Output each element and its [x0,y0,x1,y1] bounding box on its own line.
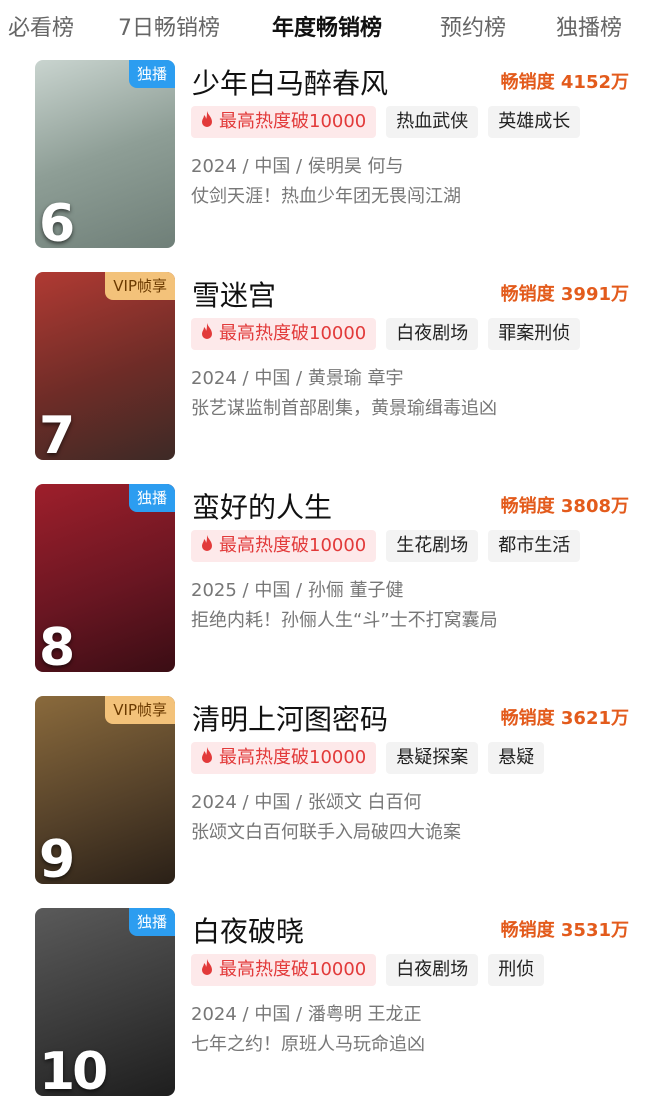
show-title[interactable]: 清明上河图密码 [192,698,388,738]
poster[interactable]: 独播 8 [35,484,175,672]
sales-index: 畅销度 4152万 [500,72,629,93]
hot-tag: 最高热度破10000 [191,954,377,986]
genre-tag[interactable]: 刑侦 [488,954,545,986]
show-description: 仗剑天涯！热血少年团无畏闯江湖 [191,186,461,207]
hot-tag: 最高热度破10000 [191,530,377,562]
tab-annual-best-seller[interactable]: 年度畅销榜 [272,10,382,42]
genre-tag[interactable]: 热血武侠 [386,106,479,138]
hot-tag-label: 最高热度破10000 [219,535,367,556]
show-meta: 2024 / 中国 / 侯明昊 何与 [191,156,404,177]
flame-icon [202,747,212,763]
show-description: 张艺谋监制首部剧集，黄景瑜缉毒追凶 [191,398,497,419]
hot-tag-label: 最高热度破10000 [219,959,367,980]
show-title[interactable]: 蛮好的人生 [192,486,332,526]
hot-tag: 最高热度破10000 [191,318,377,350]
poster[interactable]: VIP帧享 9 [35,696,175,884]
flame-icon [202,111,212,127]
show-description: 七年之约！原班人马玩命追凶 [191,1034,425,1055]
show-title[interactable]: 少年白马醉春风 [192,62,388,102]
sales-index: 畅销度 3621万 [500,708,629,729]
exclusive-badge: 独播 [128,484,175,512]
list-item[interactable]: VIP帧享 9 清明上河图密码 畅销度 3621万 最高热度破10000 悬疑探案… [0,696,665,886]
genre-tag[interactable]: 都市生活 [488,530,581,562]
genre-tag[interactable]: 悬疑探案 [386,742,479,774]
show-meta: 2025 / 中国 / 孙俪 董子健 [191,580,404,601]
show-title[interactable]: 白夜破晓 [192,910,304,950]
tag-row: 最高热度破10000 悬疑探案 悬疑 [191,742,554,774]
hot-tag: 最高热度破10000 [191,742,377,774]
vip-badge: VIP帧享 [105,696,175,724]
ranking-tabs: 必看榜 7日畅销榜 年度畅销榜 预约榜 独播榜 [0,0,665,52]
hot-tag-label: 最高热度破10000 [219,111,367,132]
rank-number: 9 [39,830,75,884]
sales-index: 畅销度 3991万 [500,284,629,305]
genre-tag[interactable]: 生花剧场 [386,530,479,562]
genre-tag[interactable]: 白夜剧场 [386,954,479,986]
tab-exclusive[interactable]: 独播榜 [556,10,622,42]
tag-row: 最高热度破10000 白夜剧场 刑侦 [191,954,554,986]
tab-must-watch[interactable]: 必看榜 [8,10,74,42]
rank-number: 10 [39,1042,108,1096]
tag-row: 最高热度破10000 白夜剧场 罪案刑侦 [191,318,590,350]
flame-icon [202,535,212,551]
genre-tag[interactable]: 罪案刑侦 [488,318,581,350]
sales-index: 畅销度 3531万 [500,920,629,941]
poster[interactable]: 独播 6 [35,60,175,248]
list-item[interactable]: 独播 6 少年白马醉春风 畅销度 4152万 最高热度破10000 热血武侠 英雄成… [0,60,665,250]
show-meta: 2024 / 中国 / 黄景瑜 章宇 [191,368,404,389]
tab-reservation[interactable]: 预约榜 [440,10,506,42]
show-description: 拒绝内耗！孙俪人生“斗”士不打窝囊局 [191,610,498,631]
flame-icon [202,323,212,339]
tab-7-day-best-seller[interactable]: 7日畅销榜 [118,10,220,42]
show-meta: 2024 / 中国 / 张颂文 白百何 [191,792,422,813]
show-title[interactable]: 雪迷宫 [192,274,276,314]
flame-icon [202,959,212,975]
show-meta: 2024 / 中国 / 潘粤明 王龙正 [191,1004,422,1025]
sales-index: 畅销度 3808万 [500,496,629,517]
tag-row: 最高热度破10000 热血武侠 英雄成长 [191,106,590,138]
hot-tag-label: 最高热度破10000 [219,747,367,768]
exclusive-badge: 独播 [128,908,175,936]
hot-tag: 最高热度破10000 [191,106,377,138]
show-description: 张颂文白百何联手入局破四大诡案 [191,822,461,843]
poster[interactable]: VIP帧享 7 [35,272,175,460]
vip-badge: VIP帧享 [105,272,175,300]
genre-tag[interactable]: 悬疑 [488,742,545,774]
genre-tag[interactable]: 白夜剧场 [386,318,479,350]
rank-number: 6 [39,194,75,248]
exclusive-badge: 独播 [128,60,175,88]
poster[interactable]: 独播 10 [35,908,175,1096]
rank-number: 8 [39,618,75,672]
list-item[interactable]: VIP帧享 7 雪迷宫 畅销度 3991万 最高热度破10000 白夜剧场 罪案刑侦… [0,272,665,462]
rank-number: 7 [39,406,75,460]
tag-row: 最高热度破10000 生花剧场 都市生活 [191,530,590,562]
hot-tag-label: 最高热度破10000 [219,323,367,344]
list-item[interactable]: 独播 8 蛮好的人生 畅销度 3808万 最高热度破10000 生花剧场 都市生活 … [0,484,665,674]
list-item[interactable]: 独播 10 白夜破晓 畅销度 3531万 最高热度破10000 白夜剧场 刑侦 20… [0,908,665,1098]
genre-tag[interactable]: 英雄成长 [488,106,581,138]
